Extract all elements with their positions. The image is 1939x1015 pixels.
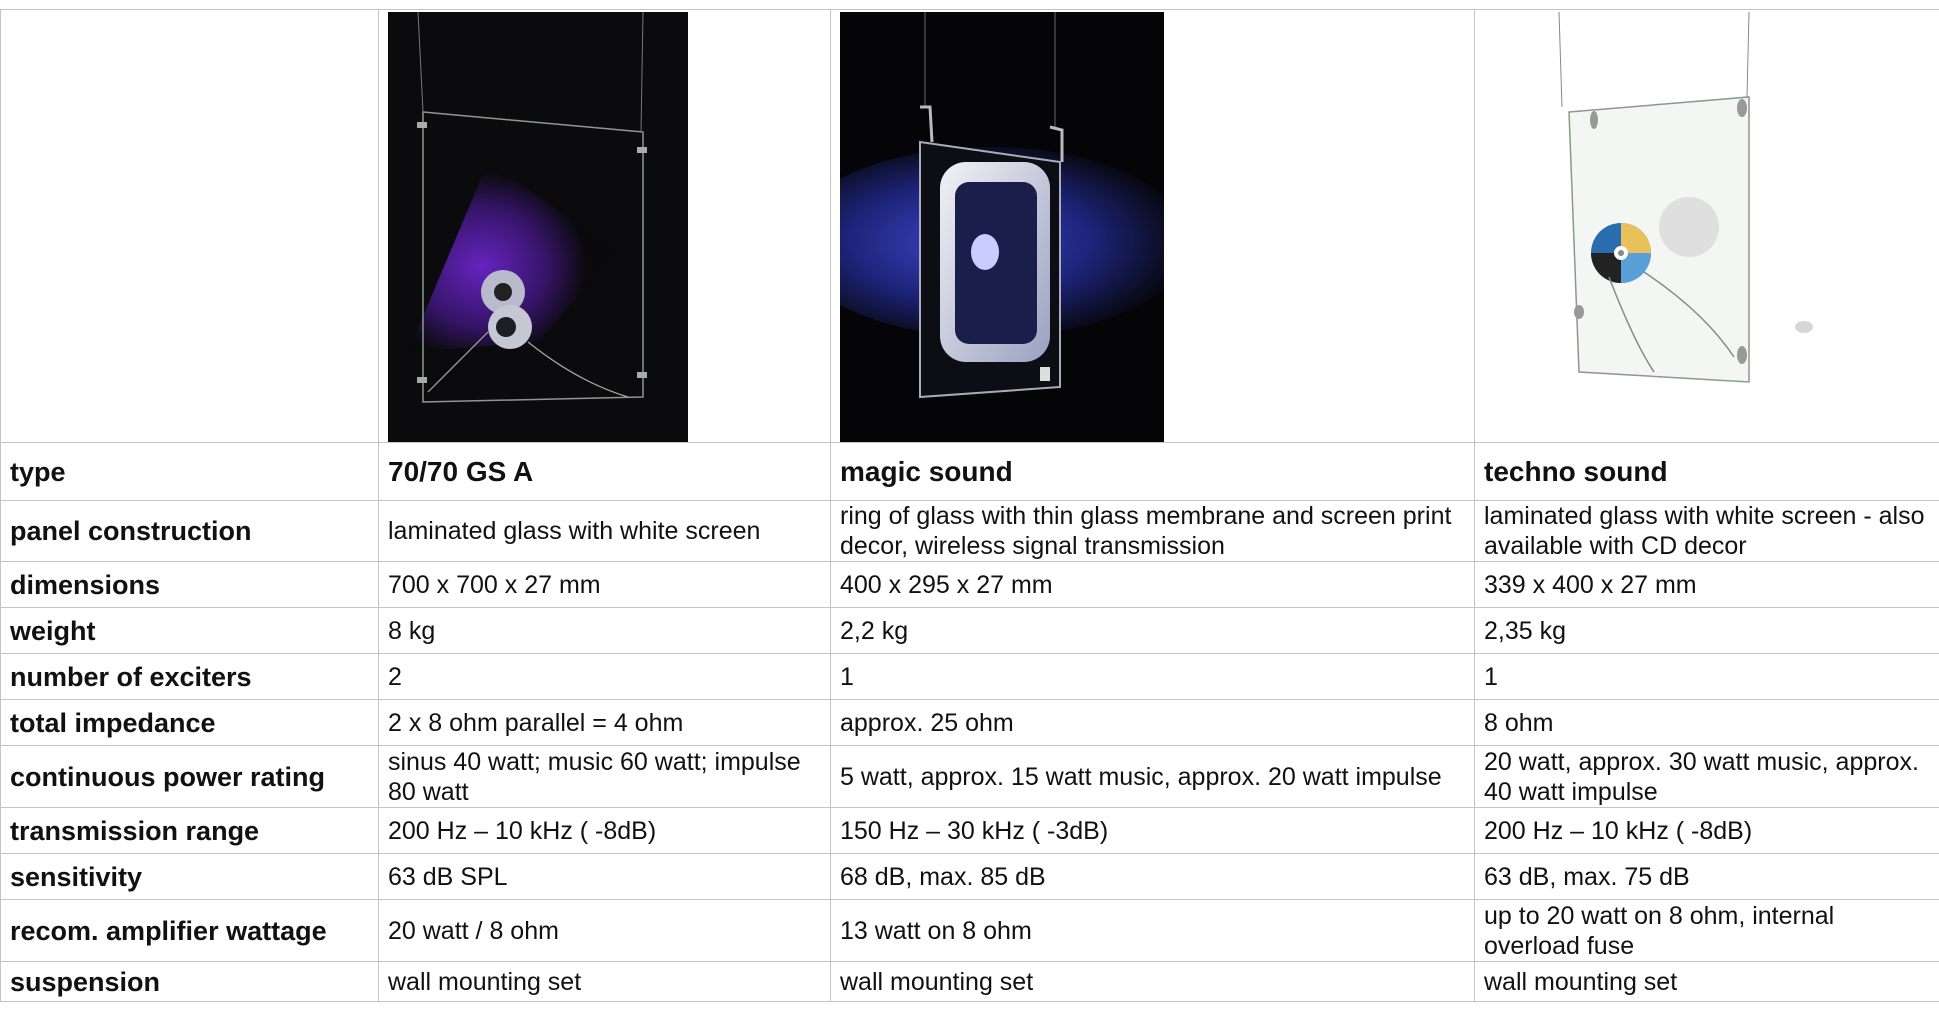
transmission-range-row: transmission range 200 Hz – 10 kHz ( -8d… [0, 807, 1939, 854]
spec-value: 8 ohm [1474, 699, 1939, 746]
spec-value: 2 [378, 653, 831, 700]
type-row: type 70/70 GS A magic sound techno sound [0, 442, 1939, 501]
spec-value: wall mounting set [830, 961, 1475, 1002]
spec-value: 400 x 295 x 27 mm [830, 561, 1475, 608]
row-label: sensitivity [0, 853, 379, 900]
dimensions-row: dimensions 700 x 700 x 27 mm 400 x 295 x… [0, 561, 1939, 608]
continuous-power-rating-row: continuous power rating sinus 40 watt; m… [0, 745, 1939, 808]
product-image-row [0, 9, 1939, 443]
suspension-row: suspension wall mounting set wall mounti… [0, 961, 1939, 1002]
row-label: number of exciters [0, 653, 379, 700]
glass-panel-speaker-dark-purple-image [388, 12, 688, 442]
empty-corner-cell [0, 9, 379, 443]
spec-value: 20 watt, approx. 30 watt music, approx. … [1474, 745, 1939, 808]
spec-value: 700 x 700 x 27 mm [378, 561, 831, 608]
row-label: recom. amplifier wattage [0, 899, 379, 962]
specification-table: type 70/70 GS A magic sound techno sound… [0, 9, 1939, 1002]
spec-value: 2,35 kg [1474, 607, 1939, 654]
product-image-cell [378, 9, 831, 443]
spec-value: sinus 40 watt; music 60 watt; impulse 80… [378, 745, 831, 808]
spec-value: 200 Hz – 10 kHz ( -8dB) [378, 807, 831, 854]
panel-construction-row: panel construction laminated glass with … [0, 500, 1939, 562]
row-label: panel construction [0, 500, 379, 562]
recom-amplifier-wattage-row: recom. amplifier wattage 20 watt / 8 ohm… [0, 899, 1939, 962]
spec-value: ring of glass with thin glass membrane a… [830, 500, 1475, 562]
row-label: continuous power rating [0, 745, 379, 808]
product-image-cell [1474, 9, 1939, 443]
weight-row: weight 8 kg 2,2 kg 2,35 kg [0, 607, 1939, 654]
spec-value: 68 dB, max. 85 dB [830, 853, 1475, 900]
spec-value: wall mounting set [378, 961, 831, 1002]
total-impedance-row: total impedance 2 x 8 ohm parallel = 4 o… [0, 699, 1939, 746]
row-label: suspension [0, 961, 379, 1002]
spec-value: 8 kg [378, 607, 831, 654]
product-name: techno sound [1474, 442, 1939, 501]
spec-value: 63 dB, max. 75 dB [1474, 853, 1939, 900]
sensitivity-row: sensitivity 63 dB SPL 68 dB, max. 85 dB … [0, 853, 1939, 900]
spec-value: laminated glass with white screen - also… [1474, 500, 1939, 562]
spec-value: 20 watt / 8 ohm [378, 899, 831, 962]
product-name: 70/70 GS A [378, 442, 831, 501]
spec-value: 63 dB SPL [378, 853, 831, 900]
product-name: magic sound [830, 442, 1475, 501]
spec-value: 150 Hz – 30 kHz ( -3dB) [830, 807, 1475, 854]
spec-value: 1 [1474, 653, 1939, 700]
spec-value: 200 Hz – 10 kHz ( -8dB) [1474, 807, 1939, 854]
spec-value: 5 watt, approx. 15 watt music, approx. 2… [830, 745, 1475, 808]
spec-value: approx. 25 ohm [830, 699, 1475, 746]
glass-ring-speaker-dark-blue-image [840, 12, 1164, 442]
row-label: total impedance [0, 699, 379, 746]
spec-value: 2,2 kg [830, 607, 1475, 654]
number-of-exciters-row: number of exciters 2 1 1 [0, 653, 1939, 700]
row-label: transmission range [0, 807, 379, 854]
spec-value: 1 [830, 653, 1475, 700]
spec-value: laminated glass with white screen [378, 500, 831, 562]
glass-panel-speaker-cd-decor-image [1484, 12, 1929, 442]
spec-value: 339 x 400 x 27 mm [1474, 561, 1939, 608]
row-label: weight [0, 607, 379, 654]
spec-value: 2 x 8 ohm parallel = 4 ohm [378, 699, 831, 746]
spec-value: up to 20 watt on 8 ohm, internal overloa… [1474, 899, 1939, 962]
spec-value: 13 watt on 8 ohm [830, 899, 1475, 962]
row-label: dimensions [0, 561, 379, 608]
row-label: type [0, 442, 379, 501]
product-image-cell [830, 9, 1475, 443]
spec-value: wall mounting set [1474, 961, 1939, 1002]
